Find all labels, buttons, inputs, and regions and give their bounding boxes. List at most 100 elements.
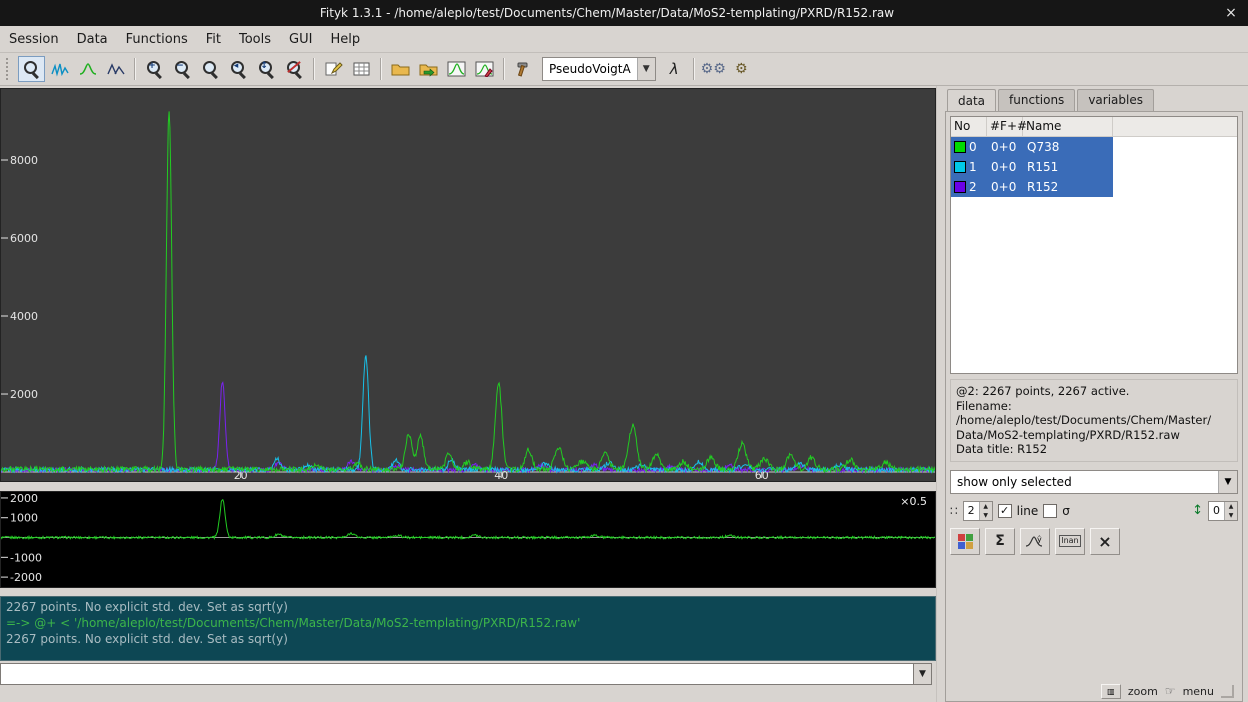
status-menu-label[interactable]: menu (1183, 685, 1214, 698)
hammer-icon (515, 61, 533, 77)
lambda-icon: λ (670, 62, 679, 77)
green-peak-icon (79, 61, 97, 77)
add-function-tool-button[interactable] (102, 56, 129, 82)
stepper-arrows-icon[interactable]: ▲▼ (1224, 502, 1237, 520)
shift-stepper[interactable]: 0 ▲▼ (1208, 501, 1238, 521)
zigzag-curve-icon (51, 61, 69, 77)
table-row[interactable]: 0 0+0 Q738 (951, 137, 1237, 157)
execute-script-button[interactable]: ⚙⚙ (700, 56, 727, 82)
zoom-all-button[interactable] (197, 56, 224, 82)
data-point-mode-button[interactable] (46, 56, 73, 82)
run-script-button[interactable]: ⚙ (728, 56, 755, 82)
menu-fit[interactable]: Fit (197, 27, 230, 52)
dataset-color-swatch (954, 141, 966, 153)
menu-tools[interactable]: Tools (230, 27, 280, 52)
zoom-out-button[interactable]: − (169, 56, 196, 82)
data-tab-page: No #F+# Name 0 0+0 Q738 (945, 111, 1243, 702)
svg-text:ŷ: ŷ (1037, 535, 1042, 544)
dataset-name: Q738 (1023, 140, 1113, 154)
dataset-color-swatch (954, 181, 966, 193)
magnifier-icon (202, 60, 220, 78)
open-data-file-button[interactable] (387, 56, 414, 82)
data-table-button[interactable] (348, 56, 375, 82)
zoom-select-tool-button[interactable] (18, 56, 45, 82)
transform-data-button[interactable]: ŷ (1020, 528, 1050, 555)
app-window: Fityk 1.3.1 - /home/aleplo/test/Document… (0, 0, 1248, 702)
dataset-name: R151 (1023, 160, 1113, 174)
peak-type-combobox[interactable]: PseudoVoigtA ▼ (542, 57, 656, 81)
stepper-arrows-icon[interactable]: ▲▼ (979, 502, 992, 520)
zoom-none-button[interactable] (281, 56, 308, 82)
table-grid-icon (353, 62, 371, 77)
line-checkbox-label: line (1017, 504, 1039, 518)
magnifier-icon (23, 60, 41, 78)
main-plot[interactable]: 2000400060008000204060 (0, 88, 936, 482)
chevron-down-icon[interactable]: ▼ (1218, 471, 1237, 493)
tools-button[interactable] (510, 56, 537, 82)
menu-data[interactable]: Data (68, 27, 117, 52)
show-filter-value: show only selected (951, 475, 1218, 489)
status-mini-button[interactable]: ▥ (1101, 684, 1121, 699)
vertical-splitter[interactable] (936, 86, 943, 702)
toolbar: + − ◂ ↕ (0, 53, 1248, 86)
lnan-icon: lnan (1059, 535, 1080, 547)
line-checkbox[interactable]: ✓ (998, 504, 1012, 518)
plot-column: 2000400060008000204060 20001000-1000-200… (0, 86, 936, 702)
column-header-fcount[interactable]: #F+# (987, 117, 1023, 136)
column-header-name[interactable]: Name (1023, 117, 1113, 136)
plot-frame-icon (447, 61, 466, 77)
main-plot-canvas[interactable]: 2000400060008000204060 (1, 89, 935, 481)
menu-session[interactable]: Session (0, 27, 68, 52)
svg-text:4000: 4000 (10, 310, 38, 323)
zoom-previous-button[interactable]: ◂ (225, 56, 252, 82)
add-peak-tool-button[interactable] (74, 56, 101, 82)
menu-functions[interactable]: Functions (117, 27, 197, 52)
status-zoom-label[interactable]: zoom (1128, 685, 1158, 698)
magnifier-updown-icon: ↕ (258, 60, 276, 78)
dataset-colors-button[interactable] (950, 528, 980, 555)
toolbar-separator (313, 58, 315, 80)
info-line: Data/MoS2-templating/PXRD/R152.raw (956, 428, 1232, 443)
point-size-stepper[interactable]: 2 ▲▼ (963, 501, 993, 521)
open-folder-icon (391, 62, 410, 77)
table-row[interactable]: 2 0+0 R152 (951, 177, 1237, 197)
sum-datasets-button[interactable]: Σ (985, 528, 1015, 555)
dataset-name: R152 (1023, 180, 1113, 194)
tab-data[interactable]: data (947, 89, 996, 111)
save-plot-button[interactable] (443, 56, 470, 82)
toolbar-separator (693, 58, 695, 80)
sigma-checkbox[interactable] (1043, 504, 1057, 518)
menu-gui[interactable]: GUI (280, 27, 321, 52)
define-function-button[interactable]: λ (661, 56, 688, 82)
dataset-table[interactable]: No #F+# Name 0 0+0 Q738 (950, 116, 1238, 374)
export-plot-button[interactable] (471, 56, 498, 82)
command-input[interactable] (0, 663, 914, 685)
shift-updown-icon: ↕ (1192, 503, 1203, 518)
resize-grip-icon[interactable] (1221, 685, 1234, 698)
toolbar-separator (503, 58, 505, 80)
column-header-no[interactable]: No (951, 117, 987, 136)
zoom-vertical-button[interactable]: ↕ (253, 56, 280, 82)
display-controls-row: ∷ 2 ▲▼ ✓ line σ ↕ 0 ▲▼ (950, 501, 1238, 521)
reopen-data-file-button[interactable] (415, 56, 442, 82)
output-console[interactable]: 2267 points. No explicit std. dev. Set a… (0, 596, 936, 661)
table-row[interactable]: 1 0+0 R151 (951, 157, 1237, 177)
dataset-number: 1 (969, 160, 987, 174)
menu-help[interactable]: Help (321, 27, 369, 52)
delete-dataset-button[interactable]: × (1090, 528, 1120, 555)
aux-plot-canvas[interactable]: 20001000-1000-2000×0.5 (1, 492, 935, 587)
pencil-page-icon (325, 61, 343, 77)
dataset-fcount: 0+0 (987, 160, 1023, 174)
edit-data-button[interactable] (320, 56, 347, 82)
close-window-button[interactable]: × (1214, 5, 1248, 21)
tab-variables[interactable]: variables (1077, 89, 1154, 111)
tab-functions[interactable]: functions (998, 89, 1075, 111)
console-line: 2267 points. No explicit std. dev. Set a… (6, 599, 930, 615)
color-grid-icon (958, 534, 973, 549)
show-filter-select[interactable]: show only selected ▼ (950, 470, 1238, 494)
chevron-down-icon[interactable]: ▼ (637, 58, 655, 80)
history-chevron-down-icon[interactable]: ▼ (914, 663, 932, 685)
auxiliary-plot[interactable]: 20001000-1000-2000×0.5 (0, 491, 936, 588)
log-transform-button[interactable]: lnan (1055, 528, 1085, 555)
zoom-in-button[interactable]: + (141, 56, 168, 82)
